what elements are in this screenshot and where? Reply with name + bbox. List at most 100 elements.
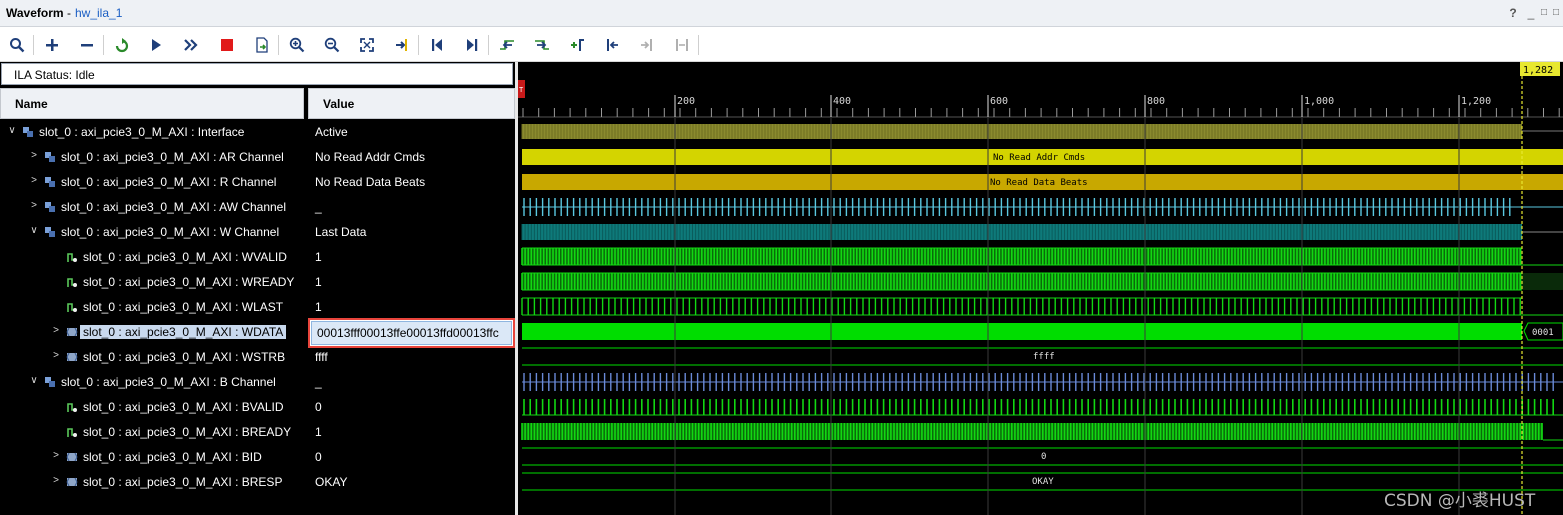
value-header-label: Value bbox=[323, 97, 355, 111]
waveform-canvas[interactable]: 200 400 600 800 1,000 1,200T1,282No Read Addr… bbox=[518, 62, 1563, 515]
zoom-in-icon[interactable] bbox=[286, 34, 308, 56]
next-marker-icon[interactable] bbox=[636, 34, 658, 56]
expand-chevron-icon[interactable]: > bbox=[51, 350, 61, 361]
signal-row[interactable]: > slot_0 : axi_pcie3_0_M_AXI : BRESP OKAY bbox=[0, 469, 515, 494]
signal-name[interactable]: slot_0 : axi_pcie3_0_M_AXI : BRESP bbox=[83, 475, 282, 489]
signal-value: 1 bbox=[315, 425, 322, 439]
signal-name[interactable]: slot_0 : axi_pcie3_0_M_AXI : BVALID bbox=[83, 400, 284, 414]
interface-icon bbox=[45, 377, 55, 387]
signal-row[interactable]: slot_0 : axi_pcie3_0_M_AXI : WREADY 1 bbox=[0, 269, 515, 294]
zoom-fit-icon[interactable] bbox=[356, 34, 378, 56]
ila-status-label: ILA Status: Idle bbox=[14, 68, 95, 82]
bit-signal-icon bbox=[67, 303, 77, 312]
expand-chevron-icon[interactable]: > bbox=[29, 200, 39, 211]
bus-signal-icon bbox=[66, 352, 78, 362]
expand-chevron-icon[interactable]: > bbox=[29, 150, 39, 161]
signal-name[interactable]: slot_0 : axi_pcie3_0_M_AXI : WDATA bbox=[80, 325, 287, 339]
zoom-out-icon[interactable] bbox=[321, 34, 343, 56]
minimize-icon[interactable]: _ bbox=[1524, 6, 1538, 20]
signal-name[interactable]: slot_0 : axi_pcie3_0_M_AXI : Interface bbox=[39, 125, 244, 139]
wready-tail bbox=[1522, 273, 1563, 290]
bus-signal-icon bbox=[66, 452, 78, 462]
expand-chevron-icon[interactable]: > bbox=[51, 450, 61, 461]
signal-value: OKAY bbox=[315, 475, 348, 489]
signal-name[interactable]: slot_0 : axi_pcie3_0_M_AXI : WLAST bbox=[83, 300, 283, 314]
expand-chevron-icon[interactable]: > bbox=[51, 325, 61, 336]
expand-chevron-icon[interactable]: > bbox=[51, 475, 61, 486]
refresh-icon[interactable] bbox=[111, 34, 133, 56]
swap-cursor-icon[interactable] bbox=[671, 34, 693, 56]
signal-list-panel: ILA Status: Idle Name Value ∨ slot_0 : ax… bbox=[0, 62, 518, 515]
value-column-header[interactable]: Value bbox=[308, 88, 515, 119]
remove-icon[interactable] bbox=[76, 34, 98, 56]
bresp-value-text: OKAY bbox=[1032, 477, 1054, 487]
export-icon[interactable] bbox=[251, 34, 273, 56]
csdn-watermark: CSDN @小裘HUST bbox=[1384, 491, 1536, 511]
signal-row[interactable]: ∨ slot_0 : axi_pcie3_0_M_AXI : W Channel L… bbox=[0, 219, 515, 244]
signal-row[interactable]: slot_0 : axi_pcie3_0_M_AXI : WLAST 1 bbox=[0, 294, 515, 319]
wdata-next-value-text: 0001 bbox=[1532, 328, 1554, 338]
signal-name[interactable]: slot_0 : axi_pcie3_0_M_AXI : R Channel bbox=[61, 175, 276, 189]
collapse-chevron-icon[interactable]: ∨ bbox=[29, 375, 39, 386]
signal-name[interactable]: slot_0 : axi_pcie3_0_M_AXI : AR Channel bbox=[61, 150, 284, 164]
signal-name[interactable]: slot_0 : axi_pcie3_0_M_AXI : B Channel bbox=[61, 375, 276, 389]
signal-row[interactable]: slot_0 : axi_pcie3_0_M_AXI : BVALID 0 bbox=[0, 394, 515, 419]
signal-value: 0 bbox=[315, 450, 322, 464]
signal-name[interactable]: slot_0 : axi_pcie3_0_M_AXI : W Channel bbox=[61, 225, 279, 239]
wdata-bus-bar bbox=[522, 323, 1522, 340]
expand-chevron-icon[interactable]: > bbox=[29, 175, 39, 186]
signal-row[interactable]: ∨ slot_0 : axi_pcie3_0_M_AXI : Interface A… bbox=[0, 119, 515, 144]
signal-row[interactable]: > slot_0 : axi_pcie3_0_M_AXI : AR Channel… bbox=[0, 144, 515, 169]
interface-icon bbox=[45, 227, 55, 237]
signal-row[interactable]: slot_0 : axi_pcie3_0_M_AXI : WVALID 1 bbox=[0, 244, 515, 269]
signal-name[interactable]: slot_0 : axi_pcie3_0_M_AXI : WSTRB bbox=[83, 350, 285, 364]
window-subtitle-link[interactable]: hw_ila_1 bbox=[75, 6, 122, 20]
goto-end-icon[interactable] bbox=[461, 34, 483, 56]
add-marker-icon[interactable] bbox=[566, 34, 588, 56]
prev-transition-icon[interactable] bbox=[496, 34, 518, 56]
signal-name[interactable]: slot_0 : axi_pcie3_0_M_AXI : BREADY bbox=[83, 425, 291, 439]
signal-row[interactable]: > slot_0 : axi_pcie3_0_M_AXI : R Channel N… bbox=[0, 169, 515, 194]
wdata-value-highlight[interactable]: 00013fff00013ffe00013ffd00013ffc bbox=[308, 318, 515, 348]
cursor-time-label: 1,282 bbox=[1523, 65, 1553, 76]
name-header-label: Name bbox=[15, 97, 48, 111]
waveform-view[interactable]: 200 400 600 800 1,000 1,200 T 1,282 No Read Addr… bbox=[518, 62, 1563, 515]
name-column-header[interactable]: Name bbox=[0, 88, 304, 119]
goto-cursor-icon[interactable] bbox=[391, 34, 413, 56]
ar-channel-text: No Read Addr Cmds bbox=[993, 153, 1085, 163]
maximize-icon[interactable]: □ bbox=[1549, 7, 1563, 18]
add-icon[interactable] bbox=[41, 34, 63, 56]
signal-value: ffff bbox=[315, 350, 328, 364]
w-channel-bar bbox=[522, 224, 1522, 240]
goto-start-icon[interactable] bbox=[426, 34, 448, 56]
signal-name[interactable]: slot_0 : axi_pcie3_0_M_AXI : WVALID bbox=[83, 250, 287, 264]
prev-marker-icon[interactable] bbox=[601, 34, 623, 56]
window-titlebar: Waveform - hw_ila_1 ? _ □ □ bbox=[0, 0, 1563, 27]
signal-value: 1 bbox=[315, 275, 322, 289]
help-icon[interactable]: ? bbox=[1506, 6, 1520, 20]
collapse-chevron-icon[interactable]: ∨ bbox=[7, 125, 17, 136]
interface-icon bbox=[23, 127, 33, 137]
signal-name[interactable]: slot_0 : axi_pcie3_0_M_AXI : WREADY bbox=[83, 275, 294, 289]
bit-signal-icon bbox=[67, 403, 77, 412]
signal-value: 0 bbox=[315, 400, 322, 414]
r-channel-text: No Read Data Beats bbox=[990, 178, 1088, 188]
search-icon[interactable] bbox=[6, 34, 28, 56]
ruler-tick-label: 600 bbox=[990, 96, 1008, 107]
signal-name[interactable]: slot_0 : axi_pcie3_0_M_AXI : BID bbox=[83, 450, 262, 464]
signal-row[interactable]: slot_0 : axi_pcie3_0_M_AXI : BREADY 1 bbox=[0, 419, 515, 444]
ruler-tick-label: 1,200 bbox=[1461, 96, 1491, 107]
run-immediate-icon[interactable] bbox=[180, 34, 202, 56]
signal-name[interactable]: slot_0 : axi_pcie3_0_M_AXI : AW Channel bbox=[61, 200, 286, 214]
window-title: Waveform bbox=[6, 6, 64, 20]
next-transition-icon[interactable] bbox=[531, 34, 553, 56]
run-icon[interactable] bbox=[145, 34, 167, 56]
ruler-tick-label: 1,000 bbox=[1304, 96, 1334, 107]
signal-row[interactable]: > slot_0 : axi_pcie3_0_M_AXI : AW Channel… bbox=[0, 194, 515, 219]
signal-row[interactable]: > slot_0 : axi_pcie3_0_M_AXI : BID 0 bbox=[0, 444, 515, 469]
ila-status-box: ILA Status: Idle bbox=[1, 63, 513, 85]
collapse-chevron-icon[interactable]: ∨ bbox=[29, 225, 39, 236]
signal-row[interactable]: ∨ slot_0 : axi_pcie3_0_M_AXI : B Channel _ bbox=[0, 369, 515, 394]
signal-value: _ bbox=[315, 200, 322, 214]
stop-icon[interactable] bbox=[216, 34, 238, 56]
